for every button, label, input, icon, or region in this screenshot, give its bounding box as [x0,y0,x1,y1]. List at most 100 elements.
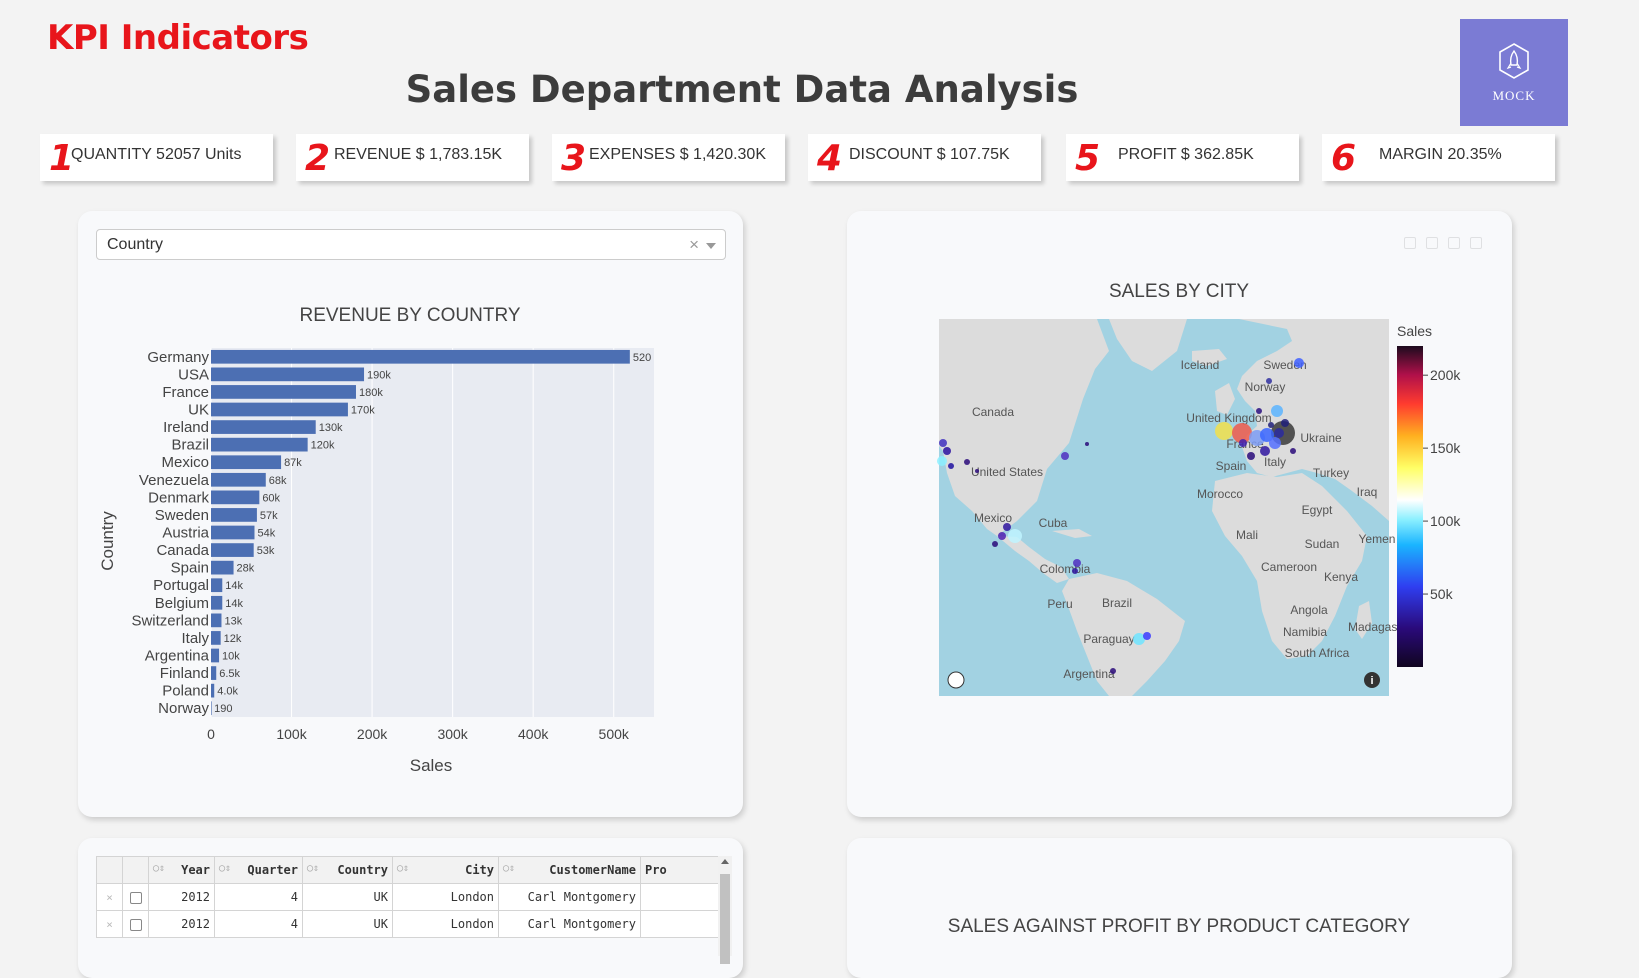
table-row[interactable]: × 2012 4 UK London Carl Montgomery [96,883,719,911]
bar-data-label: 60k [262,492,280,504]
city-bubble[interactable] [1294,358,1304,368]
map-label: Iceland [1181,358,1220,372]
row-select-checkbox[interactable] [122,910,149,938]
column-header-quarter[interactable]: ◯⇕ Quarter [214,856,303,884]
city-bubble[interactable] [964,459,970,465]
cell-product[interactable] [640,910,719,938]
column-header-country[interactable]: ◯⇕ Country [302,856,393,884]
map-label: Kenya [1324,570,1358,584]
city-bubble[interactable] [1260,446,1270,456]
table-row[interactable]: × 2012 4 UK London Carl Montgomery [96,910,719,938]
city-bubble[interactable] [1239,439,1247,447]
column-header-year[interactable]: ◯⇕ Year [148,856,215,884]
bar[interactable] [211,683,215,698]
city-bubble[interactable] [948,463,954,469]
cell-customername[interactable]: Carl Montgomery [498,910,641,938]
cell-customername[interactable]: Carl Montgomery [498,883,641,911]
bar[interactable] [211,666,217,680]
city-bubble[interactable] [1110,668,1116,674]
cell-city[interactable]: London [392,883,499,911]
row-delete-icon[interactable]: × [96,910,123,938]
bar[interactable] [211,420,316,434]
city-bubble[interactable] [943,447,951,455]
city-bubble[interactable] [1215,422,1233,440]
scroll-thumb[interactable] [720,874,730,964]
x-tick-label: 100k [276,726,307,742]
sort-icon[interactable]: ◯⇕ [307,863,319,874]
bar[interactable] [211,472,266,487]
city-bubble[interactable] [1281,419,1289,427]
cell-product[interactable] [640,883,719,911]
bar[interactable] [211,367,365,382]
bar[interactable] [211,595,223,610]
bar[interactable] [211,613,222,628]
bar[interactable] [211,560,234,575]
city-bubble[interactable] [1143,632,1151,640]
y-tick-label: Ireland [163,419,209,436]
table-scrollbar[interactable] [718,856,732,964]
bar[interactable] [211,402,348,417]
cell-country[interactable]: UK [302,883,393,911]
bar[interactable] [211,508,257,522]
cell-quarter[interactable]: 4 [214,910,303,938]
revenue-panel: Country × REVENUE BY COUNTRY 520 190k 180k… [78,211,743,817]
city-bubble[interactable] [939,439,947,447]
map-compass-icon[interactable] [947,671,965,689]
bar[interactable] [211,578,223,593]
sort-icon[interactable]: ◯⇕ [153,863,165,874]
map-label: Spain [1216,459,1247,473]
bar[interactable] [211,701,212,716]
bar-data-label: 4.0k [217,686,238,698]
row-select-checkbox[interactable] [122,883,149,911]
map-label: Colombia [1040,562,1091,576]
table-panel: ◯⇕ Year ◯⇕ Quarter ◯⇕ Country ◯⇕ City ◯⇕ Cust… [78,838,743,978]
bar[interactable] [211,648,220,663]
city-bubble[interactable] [1268,422,1274,428]
cell-year[interactable]: 2012 [148,883,215,911]
sort-icon[interactable]: ◯⇕ [397,863,409,874]
bar[interactable] [211,385,356,399]
bar[interactable] [211,349,630,364]
city-bubble[interactable] [1073,559,1081,567]
city-bubble[interactable] [1247,452,1255,460]
map-label: Paraguay [1083,632,1134,646]
city-bubble[interactable] [975,469,979,473]
city-bubble[interactable] [1269,437,1281,449]
sort-icon[interactable]: ◯⇕ [503,863,515,874]
city-bubble[interactable] [1274,428,1284,438]
cell-city[interactable]: London [392,910,499,938]
row-delete-icon[interactable]: × [96,883,123,911]
column-header-product[interactable]: Pro [640,856,719,884]
bar[interactable] [211,631,221,645]
bar[interactable] [211,543,254,557]
map-area[interactable]: CanadaIcelandSwedenNorwayUnited KingdomF… [937,319,1414,696]
map-label: Angola [1290,603,1328,617]
bar[interactable] [211,455,282,470]
cell-year[interactable]: 2012 [148,910,215,938]
city-bubble[interactable] [937,456,947,466]
city-bubble[interactable] [992,541,998,547]
cell-quarter[interactable]: 4 [214,883,303,911]
city-bubble[interactable] [1266,378,1272,384]
column-header-customername[interactable]: ◯⇕ CustomerName [498,856,641,884]
column-header-city[interactable]: ◯⇕ City [392,856,499,884]
kpi-number: 2 [305,138,331,179]
header-select-col [122,856,149,884]
cell-country[interactable]: UK [302,910,393,938]
city-bubble[interactable] [1085,442,1089,446]
city-bubble[interactable] [1008,529,1022,543]
scroll-up-icon[interactable] [721,859,729,864]
city-bubble[interactable] [1003,523,1011,531]
y-tick-label: Norway [158,700,209,717]
bar[interactable] [211,437,308,452]
city-bubble[interactable] [1271,405,1283,417]
bar[interactable] [211,490,260,505]
sort-icon[interactable]: ◯⇕ [219,863,231,874]
city-bubble[interactable] [1061,452,1069,460]
city-bubble[interactable] [1256,408,1262,414]
city-bubble[interactable] [1290,448,1296,454]
bar[interactable] [211,525,255,540]
bar-data-label: 14k [225,598,243,610]
city-bubble[interactable] [998,532,1006,540]
city-bubble[interactable] [1072,568,1078,574]
